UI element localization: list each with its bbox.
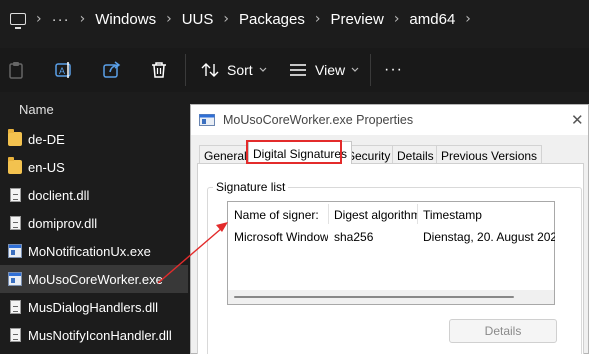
scrollbar-thumb[interactable] xyxy=(234,296,514,298)
delete-button[interactable] xyxy=(151,58,167,82)
breadcrumb-windows[interactable]: Windows xyxy=(95,11,156,28)
list-item[interactable]: doclient.dll xyxy=(0,181,188,209)
properties-dialog: MoUsoCoreWorker.exe Properties ✕ General… xyxy=(190,104,589,354)
exe-file-icon xyxy=(8,272,22,286)
dll-file-icon xyxy=(10,188,21,202)
signature-list: Name of signer: Digest algorithm Timesta… xyxy=(227,201,555,305)
paste-icon xyxy=(9,62,23,79)
address-bar: › ··· › Windows › UUS › Packages › Previ… xyxy=(0,0,589,38)
dll-file-icon xyxy=(10,216,21,230)
breadcrumb-amd64[interactable]: amd64 xyxy=(409,11,455,28)
cell-digest[interactable]: sha256 xyxy=(334,230,414,244)
sort-icon xyxy=(201,63,219,77)
chevron-right-icon: › xyxy=(393,11,400,27)
chevron-right-icon: › xyxy=(166,11,172,27)
chevron-right-icon: › xyxy=(79,11,86,27)
list-item[interactable]: de-DE xyxy=(0,125,188,153)
chevron-down-icon xyxy=(351,67,359,72)
column-header-digest[interactable]: Digest algorithm xyxy=(328,202,417,226)
breadcrumb-preview[interactable]: Preview xyxy=(330,11,383,28)
list-item[interactable]: en-US xyxy=(0,153,188,181)
name-column-header[interactable]: Name xyxy=(19,102,54,117)
close-button[interactable]: ✕ xyxy=(571,111,584,129)
list-item-label: MoNotificationUx.exe xyxy=(28,243,151,259)
rename-icon: A xyxy=(55,62,71,78)
list-item[interactable]: MusDialogHandlers.dll xyxy=(0,293,188,321)
list-item-label: doclient.dll xyxy=(28,187,90,203)
list-item-label: MusDialogHandlers.dll xyxy=(28,299,159,315)
rename-button[interactable]: A xyxy=(55,58,73,82)
view-label: View xyxy=(315,62,346,78)
file-list: Name de-DE en-US doclient.dll domiprov.d… xyxy=(0,96,200,354)
folder-icon xyxy=(8,157,22,174)
list-item[interactable]: MusNotifyIconHandler.dll xyxy=(0,321,188,349)
list-item-label: en-US xyxy=(28,159,65,175)
share-button[interactable] xyxy=(103,58,121,82)
chevron-right-icon: › xyxy=(314,11,321,27)
cell-timestamp[interactable]: Dienstag, 20. August 2024 ... xyxy=(423,230,555,244)
dialog-title: MoUsoCoreWorker.exe Properties xyxy=(223,113,414,127)
dll-file-icon xyxy=(10,328,21,342)
breadcrumb-overflow-button[interactable]: ··· xyxy=(52,11,70,28)
horizontal-scrollbar[interactable] xyxy=(228,290,554,304)
tab-previous-versions[interactable]: Previous Versions xyxy=(436,145,543,163)
list-item-label: de-DE xyxy=(28,131,65,147)
column-header-timestamp[interactable]: Timestamp xyxy=(417,202,556,226)
chevron-right-icon: › xyxy=(36,11,42,27)
share-icon xyxy=(103,61,121,78)
chevron-right-icon: › xyxy=(223,11,229,27)
tab-general[interactable]: General xyxy=(199,145,252,163)
column-header-signer[interactable]: Name of signer: xyxy=(228,202,328,226)
tab-details[interactable]: Details xyxy=(392,145,439,163)
list-item[interactable]: MoNotificationUx.exe xyxy=(0,237,188,265)
list-item-label: MoUsoCoreWorker.exe xyxy=(28,271,163,287)
more-options-button[interactable]: ··· xyxy=(384,58,403,82)
exe-file-icon xyxy=(8,244,22,258)
folder-icon xyxy=(8,129,22,146)
exe-file-icon xyxy=(199,114,215,126)
toolbar-divider xyxy=(185,54,186,86)
toolbar-divider xyxy=(370,54,371,86)
breadcrumb-packages[interactable]: Packages xyxy=(239,11,305,28)
sort-label: Sort xyxy=(227,62,253,78)
list-item-label: domiprov.dll xyxy=(28,215,98,231)
svg-text:A: A xyxy=(59,66,65,76)
paste-button[interactable] xyxy=(8,58,24,82)
view-icon xyxy=(290,64,306,76)
dialog-title-bar[interactable]: MoUsoCoreWorker.exe Properties ✕ xyxy=(191,105,588,135)
dll-file-icon xyxy=(10,300,21,314)
chevron-down-icon xyxy=(259,67,267,72)
command-bar: A Sort View ··· xyxy=(0,48,589,92)
breadcrumb-uus[interactable]: UUS xyxy=(182,11,214,28)
list-item-selected[interactable]: MoUsoCoreWorker.exe xyxy=(0,265,188,293)
trash-icon xyxy=(152,62,166,78)
list-item[interactable]: domiprov.dll xyxy=(0,209,188,237)
details-button[interactable]: Details xyxy=(449,319,557,343)
view-button[interactable]: View xyxy=(289,58,360,82)
sort-button[interactable]: Sort xyxy=(201,58,268,82)
annotation-highlight-box xyxy=(246,140,342,164)
signature-list-label: Signature list xyxy=(213,180,289,194)
cell-signer[interactable]: Microsoft Windows xyxy=(234,230,328,244)
list-item-label: MusNotifyIconHandler.dll xyxy=(28,327,172,343)
this-pc-icon[interactable] xyxy=(10,13,26,29)
chevron-right-icon[interactable]: › xyxy=(465,11,471,27)
